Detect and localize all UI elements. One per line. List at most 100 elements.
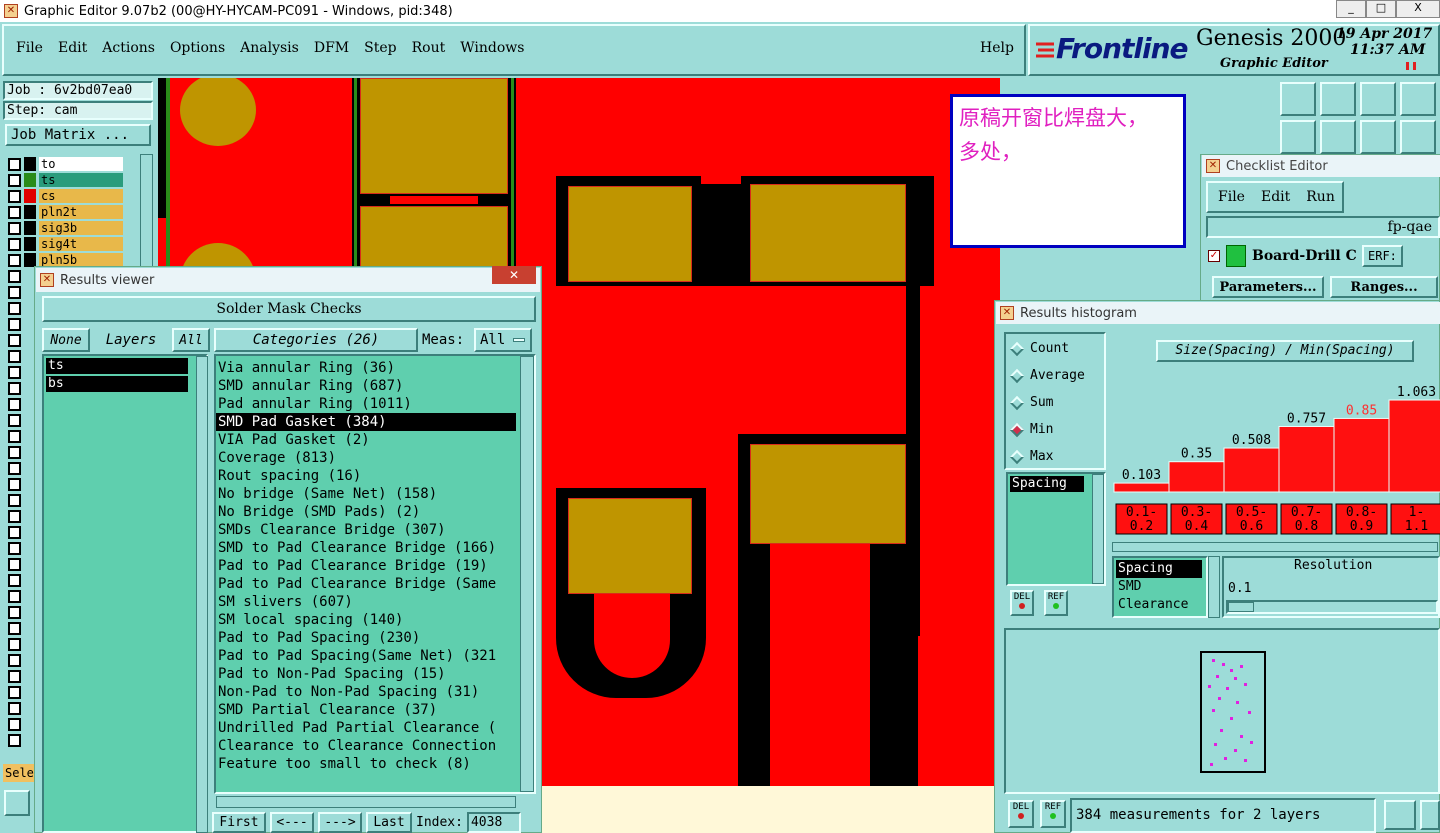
categories-scrollbar[interactable] [520,356,534,792]
layer-results-scrollbar[interactable] [196,356,208,833]
del-button[interactable]: DEL [1010,590,1034,616]
next-button[interactable]: ---> [318,812,362,833]
layer-row[interactable]: pln2t [8,204,126,220]
layer-checkbox[interactable] [8,366,21,379]
menu-rout[interactable]: Rout [412,40,446,56]
menu-step[interactable]: Step [364,40,396,56]
category-item[interactable]: SMDs Clearance Bridge (307) [216,521,516,539]
layer-checkbox[interactable] [8,590,21,603]
histogram-bar[interactable] [1113,482,1170,493]
histogram-bar[interactable] [1223,447,1280,493]
ref-button-2[interactable]: REF [1040,800,1066,828]
categories-hscrollbar[interactable] [216,796,516,808]
layer-checkbox[interactable] [8,542,21,555]
ranges-button[interactable]: Ranges... [1330,276,1438,298]
mode-radio-min[interactable]: Min [1009,416,1102,443]
checklist-menu-edit[interactable]: Edit [1261,189,1290,205]
menu-actions[interactable]: Actions [102,40,155,56]
layer-checkbox[interactable] [8,670,21,683]
category-item[interactable]: No Bridge (SMD Pads) (2) [216,503,516,521]
close-button[interactable]: X [1396,0,1440,18]
layer-checkbox[interactable] [8,253,21,267]
layer-checkbox[interactable] [8,270,21,283]
layer-checkbox[interactable] [8,189,21,203]
layer-checkbox[interactable] [8,718,21,731]
resolution-slider[interactable] [1226,600,1438,614]
layer-checkbox[interactable] [8,478,21,491]
histogram-bar[interactable] [1278,425,1335,493]
layer-checkbox[interactable] [8,702,21,715]
erf-button[interactable]: ERF: [1362,245,1403,267]
category-item[interactable]: Clearance to Clearance Connection [216,737,516,755]
layer-row[interactable]: sig4t [8,236,126,252]
layer-checkbox[interactable] [8,302,21,315]
menu-windows[interactable]: Windows [460,40,524,56]
category-item[interactable]: Pad annular Ring (1011) [216,395,516,413]
layer-checkbox[interactable] [8,734,21,747]
move-up-tool-icon[interactable] [1280,82,1316,116]
menu-analysis[interactable]: Analysis [240,40,299,56]
menu-dfm[interactable]: DFM [314,40,349,56]
bin-list-item[interactable]: SMD [1116,578,1202,596]
category-item[interactable]: SMD to Pad Clearance Bridge (166) [216,539,516,557]
parameters-button[interactable]: Parameters... [1212,276,1324,298]
layer-checkbox[interactable] [8,237,21,251]
category-item[interactable]: VIA Pad Gasket (2) [216,431,516,449]
move-right-tool-icon[interactable] [1320,120,1356,154]
mode-radio-max[interactable]: Max [1009,443,1102,470]
category-item[interactable]: SM local spacing (140) [216,611,516,629]
del-button-2[interactable]: DEL [1008,800,1034,828]
category-item[interactable]: Pad to Pad Spacing(Same Net) (321 [216,647,516,665]
layer-checkbox[interactable] [8,157,21,171]
histogram-left-item[interactable]: Spacing [1010,476,1084,492]
layer-checkbox[interactable] [8,686,21,699]
zoom-tool-icon[interactable] [4,790,30,816]
category-item[interactable]: Feature too small to check (8) [216,755,516,773]
layer-checkbox[interactable] [8,382,21,395]
layer-checkbox[interactable] [8,334,21,347]
layer-row[interactable]: to [8,156,126,172]
results-viewer-close-button[interactable]: ✕ [492,266,536,284]
layer-checkbox[interactable] [8,446,21,459]
checklist-menu-run[interactable]: Run [1306,189,1335,205]
layer-checkbox[interactable] [8,574,21,587]
layer-row[interactable]: cs [8,188,126,204]
home-tool-icon[interactable] [1360,82,1396,116]
resolution-slider-thumb[interactable] [1228,602,1254,612]
layer-checkbox[interactable] [8,622,21,635]
histogram-hscrollbar[interactable] [1112,542,1438,552]
layer-checkbox[interactable] [8,221,21,235]
move-down-tool-icon[interactable] [1320,82,1356,116]
category-item[interactable]: Undrilled Pad Partial Clearance ( [216,719,516,737]
category-item[interactable]: Via annular Ring (36) [216,359,516,377]
category-item[interactable]: Pad to Pad Spacing (230) [216,629,516,647]
category-item[interactable]: Rout spacing (16) [216,467,516,485]
layer-checkbox[interactable] [8,494,21,507]
histogram-bar[interactable] [1333,417,1390,493]
layer-checkbox[interactable] [8,638,21,651]
layer-row[interactable]: sig3b [8,220,126,236]
layer-checkbox[interactable] [8,318,21,331]
category-item[interactable]: SMD annular Ring (687) [216,377,516,395]
zoom-to-icon[interactable] [1384,800,1416,830]
bin-list-item[interactable]: Spacing [1116,560,1202,578]
mode-radio-sum[interactable]: Sum [1009,389,1102,416]
all-button[interactable]: All [172,328,210,352]
rotate-tool-icon[interactable] [1360,120,1396,154]
layer-checkbox[interactable] [8,526,21,539]
category-item[interactable]: SMD Partial Clearance (37) [216,701,516,719]
category-item[interactable]: No bridge (Same Net) (158) [216,485,516,503]
window-tool-icon[interactable] [1400,82,1436,116]
layer-checkbox[interactable] [8,654,21,667]
layer-checkbox[interactable] [8,350,21,363]
layer-checkbox[interactable] [8,462,21,475]
bin-list-scrollbar[interactable] [1208,556,1220,618]
category-item[interactable]: Non-Pad to Non-Pad Spacing (31) [216,683,516,701]
menu-edit[interactable]: Edit [58,40,87,56]
histogram-left-scrollbar[interactable] [1092,474,1104,584]
category-item[interactable]: Coverage (813) [216,449,516,467]
first-button[interactable]: First [212,812,266,833]
layer-checkbox[interactable] [8,510,21,523]
layer-checkbox[interactable] [8,606,21,619]
layer-list-scrollbar[interactable] [140,154,153,269]
